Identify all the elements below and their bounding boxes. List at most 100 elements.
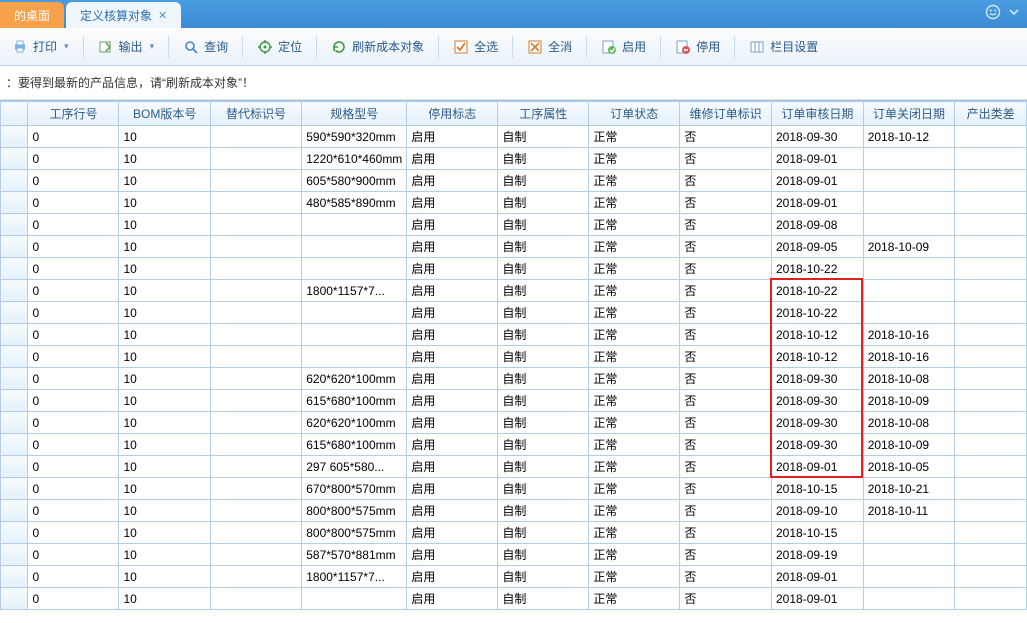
- cell[interactable]: 2018-10-12: [772, 346, 864, 368]
- cell[interactable]: 否: [680, 500, 772, 522]
- cell[interactable]: [955, 478, 1027, 500]
- cell[interactable]: 2018-10-08: [863, 412, 955, 434]
- cell[interactable]: [863, 192, 955, 214]
- cell[interactable]: 正常: [589, 280, 680, 302]
- cell[interactable]: 10: [119, 434, 210, 456]
- cell[interactable]: 自制: [498, 258, 589, 280]
- cell[interactable]: 正常: [589, 302, 680, 324]
- cell[interactable]: 正常: [589, 192, 680, 214]
- cell[interactable]: 否: [680, 324, 772, 346]
- cell[interactable]: [210, 500, 301, 522]
- cell[interactable]: 否: [680, 258, 772, 280]
- cell[interactable]: 2018-10-09: [863, 236, 955, 258]
- column-header[interactable]: 替代标识号: [210, 102, 301, 126]
- cell[interactable]: 1800*1157*7...: [302, 280, 407, 302]
- cell[interactable]: 自制: [498, 522, 589, 544]
- cell[interactable]: 615*680*100mm: [302, 390, 407, 412]
- cell[interactable]: 10: [119, 478, 210, 500]
- column-header[interactable]: 工序行号: [28, 102, 119, 126]
- cell[interactable]: 10: [119, 456, 210, 478]
- cell[interactable]: 1220*610*460mm: [302, 148, 407, 170]
- cell[interactable]: 否: [680, 434, 772, 456]
- cell[interactable]: 自制: [498, 236, 589, 258]
- columns-button[interactable]: 栏目设置: [741, 34, 826, 59]
- cell[interactable]: 自制: [498, 412, 589, 434]
- cell[interactable]: [955, 324, 1027, 346]
- cell[interactable]: 正常: [589, 236, 680, 258]
- column-header[interactable]: 订单审核日期: [772, 102, 864, 126]
- cell[interactable]: 启用: [407, 324, 498, 346]
- cell[interactable]: 正常: [589, 214, 680, 236]
- cell[interactable]: 否: [680, 412, 772, 434]
- cell[interactable]: 自制: [498, 148, 589, 170]
- cell[interactable]: 2018-09-30: [772, 126, 864, 148]
- cell[interactable]: 0: [28, 522, 119, 544]
- cell[interactable]: 否: [680, 346, 772, 368]
- row-selector[interactable]: [1, 192, 28, 214]
- cell[interactable]: 10: [119, 588, 210, 610]
- cell[interactable]: 0: [28, 236, 119, 258]
- cell[interactable]: [955, 280, 1027, 302]
- row-selector[interactable]: [1, 302, 28, 324]
- column-header[interactable]: 停用标志: [407, 102, 498, 126]
- cell[interactable]: 0: [28, 434, 119, 456]
- cell[interactable]: 10: [119, 500, 210, 522]
- row-selector[interactable]: [1, 544, 28, 566]
- cell[interactable]: [210, 368, 301, 390]
- cell[interactable]: 启用: [407, 192, 498, 214]
- cell[interactable]: 10: [119, 258, 210, 280]
- cell[interactable]: 0: [28, 500, 119, 522]
- cell[interactable]: 0: [28, 126, 119, 148]
- cell[interactable]: 正常: [589, 566, 680, 588]
- cell[interactable]: [210, 148, 301, 170]
- refresh-button[interactable]: 刷新成本对象: [323, 34, 432, 59]
- cell[interactable]: 0: [28, 566, 119, 588]
- cell[interactable]: 0: [28, 456, 119, 478]
- cell[interactable]: [210, 456, 301, 478]
- cell[interactable]: 启用: [407, 170, 498, 192]
- cell[interactable]: 自制: [498, 192, 589, 214]
- cell[interactable]: [210, 192, 301, 214]
- table-row[interactable]: 010615*680*100mm启用自制正常否2018-09-302018-10…: [1, 434, 1027, 456]
- cell[interactable]: [210, 236, 301, 258]
- cell[interactable]: 0: [28, 346, 119, 368]
- row-selector[interactable]: [1, 280, 28, 302]
- cell[interactable]: 启用: [407, 126, 498, 148]
- enable-button[interactable]: 启用: [593, 34, 654, 59]
- cell[interactable]: 2018-10-22: [772, 258, 864, 280]
- table-row[interactable]: 010590*590*320mm启用自制正常否2018-09-302018-10…: [1, 126, 1027, 148]
- cell[interactable]: [210, 588, 301, 610]
- cell[interactable]: 否: [680, 478, 772, 500]
- cell[interactable]: 否: [680, 280, 772, 302]
- column-header[interactable]: 规格型号: [302, 102, 407, 126]
- cell[interactable]: 10: [119, 170, 210, 192]
- cell[interactable]: 2018-10-11: [863, 500, 955, 522]
- cell[interactable]: 10: [119, 236, 210, 258]
- cell[interactable]: 正常: [589, 500, 680, 522]
- cell[interactable]: [210, 478, 301, 500]
- cell[interactable]: [210, 170, 301, 192]
- cell[interactable]: [955, 566, 1027, 588]
- cell[interactable]: 10: [119, 280, 210, 302]
- table-row[interactable]: 010启用自制正常否2018-09-01: [1, 588, 1027, 610]
- cell[interactable]: 2018-10-16: [863, 324, 955, 346]
- cell[interactable]: 297 605*580...: [302, 456, 407, 478]
- cell[interactable]: 2018-10-22: [772, 280, 864, 302]
- cell[interactable]: 615*680*100mm: [302, 434, 407, 456]
- cell[interactable]: 10: [119, 192, 210, 214]
- cell[interactable]: 2018-10-22: [772, 302, 864, 324]
- select-all-button[interactable]: 全选: [445, 34, 506, 59]
- row-selector[interactable]: [1, 478, 28, 500]
- cell[interactable]: 否: [680, 522, 772, 544]
- cell[interactable]: 否: [680, 544, 772, 566]
- cell[interactable]: 0: [28, 324, 119, 346]
- cell[interactable]: [863, 522, 955, 544]
- cell[interactable]: 10: [119, 214, 210, 236]
- cell[interactable]: 正常: [589, 346, 680, 368]
- cell[interactable]: 启用: [407, 280, 498, 302]
- table-row[interactable]: 0101220*610*460mm启用自制正常否2018-09-01: [1, 148, 1027, 170]
- cell[interactable]: 2018-10-05: [863, 456, 955, 478]
- cell[interactable]: 587*570*881mm: [302, 544, 407, 566]
- cell[interactable]: 启用: [407, 566, 498, 588]
- table-row[interactable]: 010启用自制正常否2018-09-08: [1, 214, 1027, 236]
